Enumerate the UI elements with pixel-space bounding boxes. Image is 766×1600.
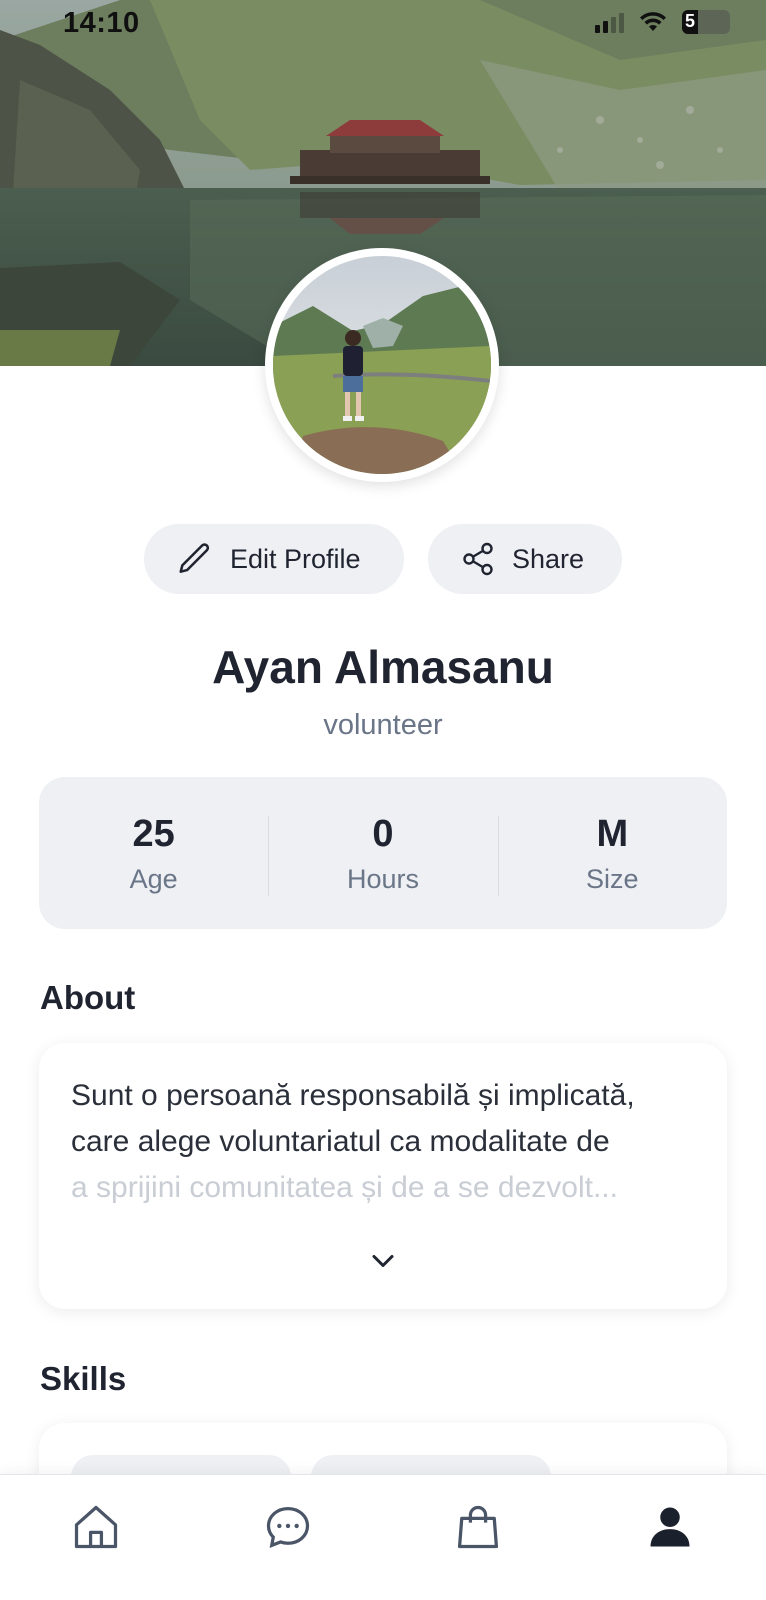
status-icons: 5 (595, 10, 730, 34)
stats-card: 25 Age 0 Hours M Size (39, 777, 727, 929)
battery-icon: 5 (682, 10, 730, 34)
wifi-icon (640, 12, 666, 31)
shopping-bag-icon (457, 1505, 499, 1549)
home-icon (74, 1505, 118, 1549)
stat-hours: 0 Hours (268, 812, 497, 896)
profile-name: Ayan Almasanu (212, 641, 554, 693)
stat-age: 25 Age (39, 812, 268, 895)
about-line: care alege voluntariatul ca modalitate d… (71, 1125, 610, 1158)
pencil-icon (179, 543, 210, 573)
chat-icon (266, 1506, 310, 1549)
chevron-down-icon[interactable] (365, 1243, 401, 1279)
share-icon (463, 542, 493, 576)
share-button[interactable]: Share (428, 524, 622, 594)
stat-size: M Size (497, 812, 727, 896)
stat-value: 0 (372, 812, 394, 855)
profile-actions: Edit Profile Share (0, 524, 766, 594)
cellular-signal-icon (595, 11, 624, 33)
avatar-photo (273, 256, 491, 474)
battery-level: 5 (684, 11, 695, 31)
about-line: Sunt o persoană responsabilă și implicat… (71, 1079, 635, 1112)
about-text: Sunt o persoană responsabilă și implicat… (71, 1073, 695, 1211)
stat-label: Age (129, 863, 178, 894)
share-label: Share (512, 543, 585, 574)
stat-value: M (596, 812, 629, 855)
avatar[interactable] (265, 248, 499, 482)
nav-messages[interactable] (258, 1497, 318, 1557)
user-icon (650, 1507, 690, 1547)
stat-label: Hours (346, 863, 419, 894)
edit-profile-label: Edit Profile (230, 543, 361, 574)
stat-value: 25 (132, 812, 175, 855)
nav-home[interactable] (66, 1497, 126, 1557)
skills-title: Skills (40, 1360, 127, 1397)
nav-shop[interactable] (448, 1497, 508, 1557)
bottom-nav (0, 1474, 766, 1600)
status-bar: 14:10 5 (0, 0, 766, 46)
stat-label: Size (586, 863, 639, 894)
profile-role: volunteer (323, 709, 443, 741)
about-line: a sprijini comunitatea și de a se dezvol… (71, 1171, 618, 1204)
about-title: About (40, 979, 136, 1016)
nav-profile[interactable] (640, 1497, 700, 1557)
edit-profile-button[interactable]: Edit Profile (144, 524, 404, 594)
about-card: Sunt o persoană responsabilă și implicat… (39, 1043, 727, 1309)
status-time: 14:10 (63, 7, 140, 39)
